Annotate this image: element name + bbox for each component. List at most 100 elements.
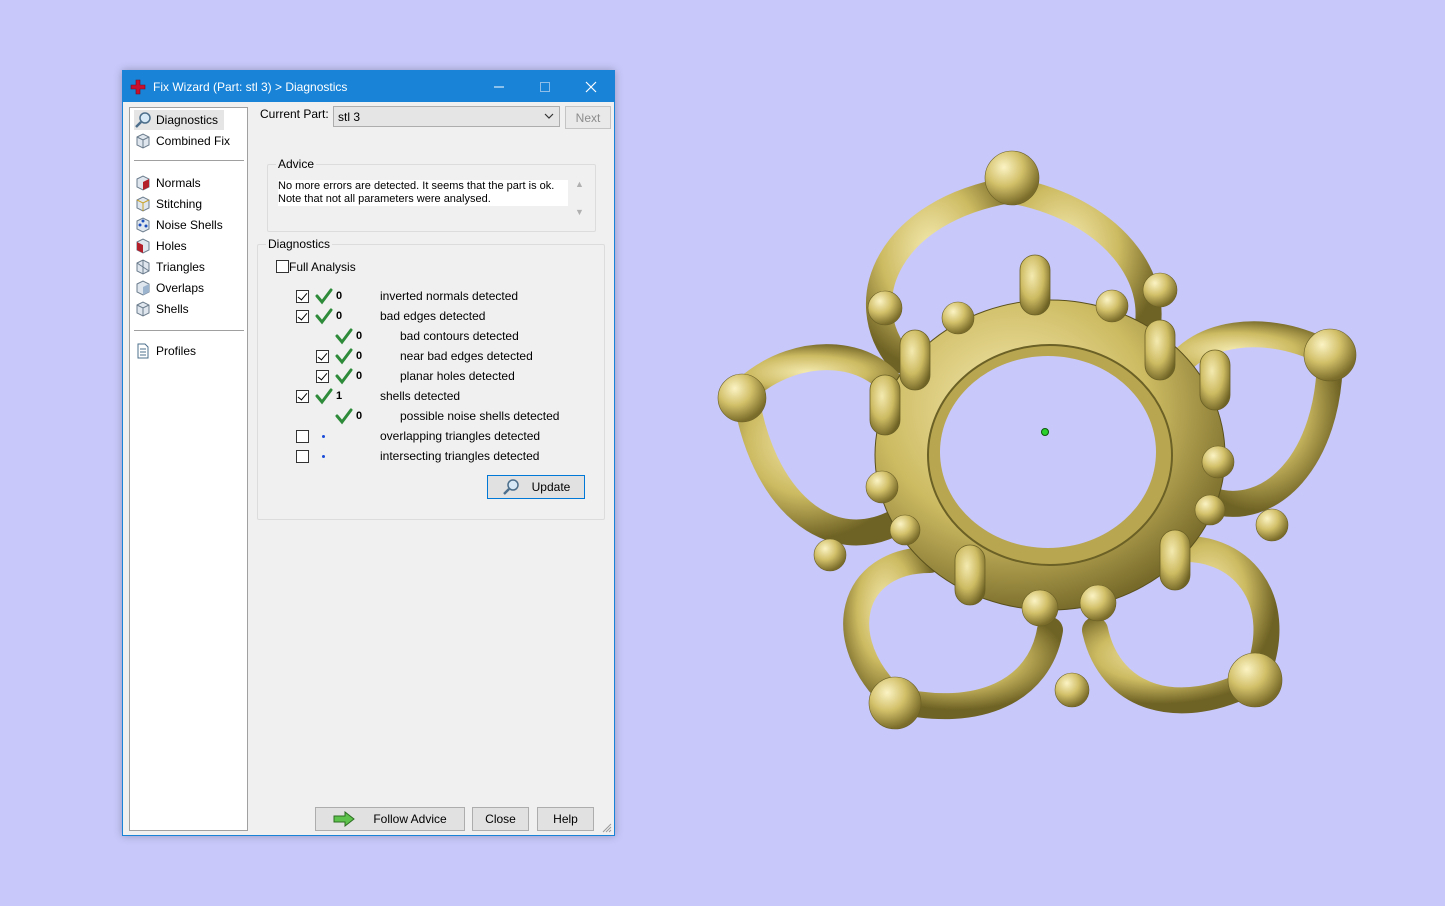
green-check-icon [335, 368, 353, 385]
help-button[interactable]: Help [537, 807, 594, 831]
bad-edges-checkbox[interactable] [296, 310, 309, 323]
update-label: Update [531, 480, 571, 494]
sidebar-item-holes[interactable]: Holes [134, 236, 193, 256]
current-part-label: Current Part: [260, 107, 329, 121]
scroll-down-icon: ▼ [575, 207, 584, 217]
document-icon [137, 343, 149, 359]
title-bar[interactable]: Fix Wizard (Part: stl 3) > Diagnostics [123, 71, 614, 102]
sidebar-item-label: Profiles [156, 344, 197, 358]
advice-line-2: Note that not all parameters were analys… [278, 193, 491, 205]
close-icon [585, 81, 597, 92]
sidebar-item-overlaps[interactable]: Overlaps [134, 278, 210, 298]
sidebar-item-label: Holes [156, 239, 187, 253]
minimize-icon [494, 86, 504, 87]
sidebar-item-diagnostics[interactable]: Diagnostics [134, 110, 225, 130]
intersecting-triangles-checkbox[interactable] [296, 450, 309, 463]
green-check-icon [335, 328, 353, 345]
bad-contours-count: 0 [356, 330, 363, 342]
follow-advice-label: Follow Advice [373, 812, 447, 826]
near-bad-edges-label: near bad edges detected [400, 349, 533, 363]
noise-shells-count: 0 [356, 410, 363, 422]
pending-dot-icon [322, 435, 325, 438]
shells-checkbox[interactable] [296, 390, 309, 403]
holes-cube-icon [136, 238, 150, 254]
close-window-button[interactable] [568, 71, 614, 102]
planar-holes-count: 0 [356, 370, 363, 382]
green-check-icon [335, 408, 353, 425]
current-part-value: stl 3 [338, 110, 361, 124]
inverted-normals-label: inverted normals detected [380, 289, 519, 303]
fix-wizard-window: Fix Wizard (Part: stl 3) > Diagnostics D… [122, 70, 615, 836]
sidebar-item-shells[interactable]: Shells [134, 299, 195, 319]
advice-text: No more errors are detected. It seems th… [278, 180, 568, 206]
triangles-cube-icon [136, 259, 150, 275]
shells-cube-icon [136, 301, 150, 317]
overlaps-cube-icon [136, 280, 150, 296]
update-button[interactable]: Update [487, 475, 585, 499]
3d-model-preview[interactable] [700, 140, 1380, 740]
noise-shells-icon [136, 217, 150, 233]
normals-cube-icon [136, 175, 150, 191]
sidebar-item-normals[interactable]: Normals [134, 173, 207, 193]
scroll-up-icon: ▲ [575, 179, 584, 189]
maximize-icon [540, 81, 550, 92]
resize-grip-icon[interactable] [602, 823, 612, 833]
sidebar-item-label: Diagnostics [156, 113, 219, 127]
full-analysis-label: Full Analysis [289, 260, 356, 274]
minimize-button[interactable] [476, 71, 522, 102]
sidebar-item-label: Shells [156, 302, 189, 316]
cube-icon [136, 133, 150, 149]
inverted-normals-checkbox[interactable] [296, 290, 309, 303]
advice-legend: Advice [276, 157, 317, 171]
bad-contours-label: bad contours detected [400, 329, 519, 343]
sidebar-item-label: Overlaps [156, 281, 205, 295]
magnifier-icon [502, 479, 519, 495]
sidebar-divider [134, 330, 244, 331]
sidebar-item-label: Noise Shells [156, 218, 223, 232]
planar-holes-label: planar holes detected [400, 369, 515, 383]
stitching-cube-icon [136, 196, 150, 212]
sidebar-item-label: Combined Fix [156, 134, 231, 148]
sidebar-item-label: Stitching [156, 197, 203, 211]
green-check-icon [315, 288, 333, 305]
green-arrow-icon [333, 811, 356, 827]
advice-group: Advice No more errors are detected. It s… [267, 157, 596, 232]
green-check-icon [315, 388, 333, 405]
planar-holes-checkbox[interactable] [316, 370, 329, 383]
maximize-button[interactable] [522, 71, 568, 102]
overlapping-triangles-label: overlapping triangles detected [380, 429, 541, 443]
diagnostics-panel: Current Part: stl 3 Next Advice No more … [254, 102, 614, 835]
sidebar-item-profiles[interactable]: Profiles [134, 341, 202, 361]
sidebar-item-noise-shells[interactable]: Noise Shells [134, 215, 229, 235]
near-bad-edges-count: 0 [356, 350, 363, 362]
pivot-marker [1041, 428, 1049, 436]
green-check-icon [335, 348, 353, 365]
bad-edges-count: 0 [336, 310, 343, 322]
pending-dot-icon [322, 455, 325, 458]
noise-shells-label: possible noise shells detected [400, 409, 560, 423]
green-check-icon [315, 308, 333, 325]
wizard-sidebar: Diagnostics Combined Fix Normals Stitchi… [129, 107, 248, 831]
sidebar-item-label: Triangles [156, 260, 205, 274]
sidebar-item-stitching[interactable]: Stitching [134, 194, 208, 214]
window-title: Fix Wizard (Part: stl 3) > Diagnostics [153, 79, 348, 94]
inverted-normals-count: 0 [336, 290, 343, 302]
app-cross-icon [123, 79, 153, 95]
near-bad-edges-checkbox[interactable] [316, 350, 329, 363]
current-part-select[interactable]: stl 3 [333, 106, 560, 127]
close-button[interactable]: Close [472, 807, 529, 831]
diagnostics-legend: Diagnostics [266, 237, 333, 251]
overlapping-triangles-checkbox[interactable] [296, 430, 309, 443]
full-analysis-checkbox[interactable] [276, 260, 289, 273]
shells-label: shells detected [380, 389, 461, 403]
chevron-down-icon [544, 113, 554, 119]
advice-scrollbar[interactable]: ▲ ▼ [572, 179, 587, 225]
follow-advice-button[interactable]: Follow Advice [315, 807, 465, 831]
sidebar-item-combined-fix[interactable]: Combined Fix [134, 131, 236, 151]
next-button[interactable]: Next [565, 106, 611, 129]
sidebar-item-label: Normals [156, 176, 201, 190]
bad-edges-label: bad edges detected [380, 309, 486, 323]
sidebar-item-triangles[interactable]: Triangles [134, 257, 211, 277]
advice-line-1: No more errors are detected. It seems th… [278, 180, 555, 192]
magnifier-icon [135, 112, 151, 128]
